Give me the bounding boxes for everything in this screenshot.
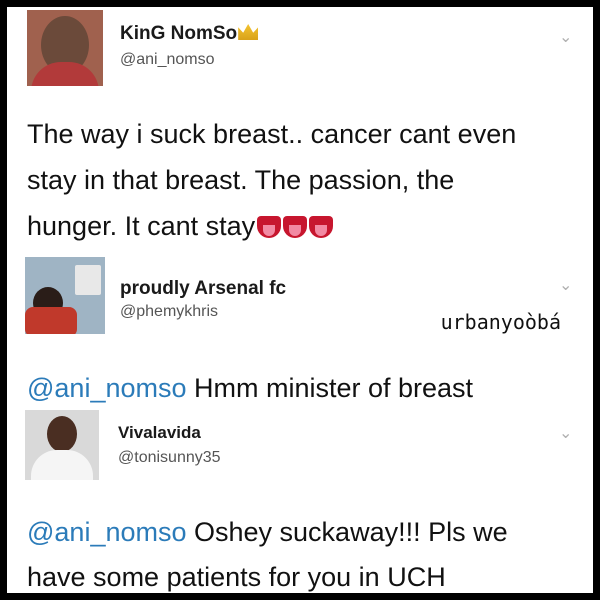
avatar[interactable] <box>25 257 105 334</box>
screenshot-frame: KinG NomSo @ani_nomso ⌄ The way i suck b… <box>7 7 593 593</box>
user-handle[interactable]: @ani_nomso <box>120 51 215 69</box>
tongue-face-icon <box>283 216 308 238</box>
tweet-text-line-2: have some patients for you in UCH <box>27 562 446 592</box>
chevron-down-icon[interactable]: ⌄ <box>559 423 572 443</box>
display-name[interactable]: Vivalavida <box>118 423 201 443</box>
tweet-text-line-3-text: hunger. It cant stay <box>27 211 256 241</box>
chevron-down-icon[interactable]: ⌄ <box>559 27 572 47</box>
crown-icon <box>238 24 259 40</box>
tweet-text-body: Oshey suckaway!!! Pls we <box>186 517 508 547</box>
tweet-3: Vivalavida @tonisunny35 ⌄ @ani_nomso Osh… <box>7 407 593 593</box>
tweet-text-line-3: hunger. It cant stay <box>27 211 334 242</box>
chevron-down-icon[interactable]: ⌄ <box>559 275 572 295</box>
display-name[interactable]: KinG NomSo <box>120 23 259 45</box>
display-name-text: KinG NomSo <box>120 23 238 44</box>
user-handle[interactable]: @tonisunny35 <box>118 449 221 467</box>
tweet-text-body: Hmm minister of breast <box>186 373 474 403</box>
watermark: urbanyoòbá <box>440 310 561 334</box>
mention-link[interactable]: @ani_nomso <box>27 517 187 547</box>
tongue-face-icon <box>257 216 282 238</box>
tongue-face-icon <box>309 216 334 238</box>
avatar[interactable] <box>25 410 99 480</box>
tweet-text-line-1: @ani_nomso Oshey suckaway!!! Pls we <box>27 517 508 548</box>
tweet-text-line-2: stay in that breast. The passion, the <box>27 165 455 195</box>
tweet-text: @ani_nomso Hmm minister of breast <box>27 373 473 404</box>
user-handle[interactable]: @phemykhris <box>120 303 218 321</box>
avatar[interactable] <box>27 10 103 86</box>
display-name[interactable]: proudly Arsenal fc <box>120 278 286 300</box>
tweet-1: KinG NomSo @ani_nomso ⌄ The way i suck b… <box>7 7 593 257</box>
mention-link[interactable]: @ani_nomso <box>27 373 187 403</box>
tweet-text-line-1: The way i suck breast.. cancer cant even <box>27 119 517 149</box>
